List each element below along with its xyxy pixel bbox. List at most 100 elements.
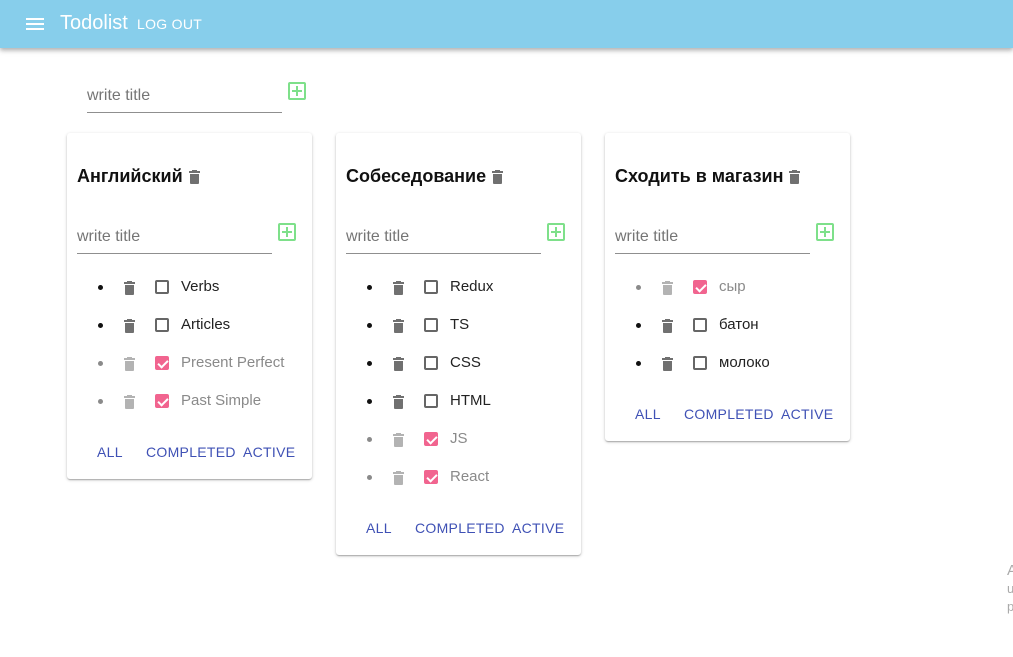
add-list-form bbox=[87, 80, 306, 113]
task-item: Past Simple bbox=[67, 384, 312, 422]
task-list: Verbs Articles Present Perfect Past Simp… bbox=[67, 270, 312, 422]
add-list-field bbox=[87, 80, 282, 113]
add-task-input[interactable] bbox=[77, 221, 272, 246]
task-item: Redux bbox=[336, 270, 581, 308]
task-list: сыр батон молоко bbox=[605, 270, 850, 384]
add-box-icon[interactable] bbox=[547, 223, 565, 241]
trash-icon[interactable] bbox=[662, 281, 673, 295]
filter-bar: ALL COMPLETED ACTIVE bbox=[605, 406, 850, 426]
trash-icon[interactable] bbox=[124, 281, 135, 295]
task-label[interactable]: Present Perfect bbox=[181, 354, 284, 371]
task-item: Verbs bbox=[67, 270, 312, 308]
todolist-title[interactable]: Английский bbox=[77, 166, 183, 187]
task-checkbox[interactable] bbox=[424, 394, 438, 408]
bullet-icon bbox=[98, 323, 103, 328]
trash-icon[interactable] bbox=[124, 319, 135, 333]
task-checkbox[interactable] bbox=[424, 280, 438, 294]
filter-all-button[interactable]: ALL bbox=[366, 520, 392, 536]
bullet-icon bbox=[367, 323, 372, 328]
todolist-card: Собеседование Redux TS CSS HTML JS React… bbox=[336, 133, 581, 555]
filter-bar: ALL COMPLETED ACTIVE bbox=[67, 444, 312, 464]
task-list: Redux TS CSS HTML JS React bbox=[336, 270, 581, 498]
add-box-icon[interactable] bbox=[816, 223, 834, 241]
filter-completed-button[interactable]: COMPLETED bbox=[684, 406, 774, 422]
bullet-icon bbox=[367, 399, 372, 404]
menu-icon[interactable] bbox=[24, 14, 46, 34]
task-item: Present Perfect bbox=[67, 346, 312, 384]
task-item: React bbox=[336, 460, 581, 498]
clipped-text: A u p bbox=[1007, 562, 1013, 614]
trash-icon[interactable] bbox=[789, 169, 801, 184]
trash-icon[interactable] bbox=[393, 357, 404, 371]
task-item: Articles bbox=[67, 308, 312, 346]
app-bar: Todolist LOG OUT bbox=[0, 0, 1013, 48]
task-checkbox[interactable] bbox=[155, 280, 169, 294]
filter-all-button[interactable]: ALL bbox=[635, 406, 661, 422]
bullet-icon bbox=[636, 323, 641, 328]
task-checkbox[interactable] bbox=[155, 318, 169, 332]
trash-icon[interactable] bbox=[393, 395, 404, 409]
add-box-icon[interactable] bbox=[278, 223, 296, 241]
bullet-icon bbox=[636, 361, 641, 366]
bullet-icon bbox=[98, 361, 103, 366]
bullet-icon bbox=[367, 437, 372, 442]
add-task-field bbox=[615, 221, 810, 254]
todolist-title[interactable]: Сходить в магазин bbox=[615, 166, 783, 187]
trash-icon[interactable] bbox=[393, 319, 404, 333]
add-task-input[interactable] bbox=[615, 221, 810, 246]
bullet-icon bbox=[367, 475, 372, 480]
task-label[interactable]: батон bbox=[719, 316, 759, 333]
task-item: батон bbox=[605, 308, 850, 346]
task-label[interactable]: Past Simple bbox=[181, 392, 261, 409]
task-checkbox[interactable] bbox=[424, 318, 438, 332]
task-label[interactable]: React bbox=[450, 468, 489, 485]
add-task-field bbox=[346, 221, 541, 254]
todolist-card: Английский Verbs Articles Present Perfec… bbox=[67, 133, 312, 479]
trash-icon[interactable] bbox=[492, 169, 504, 184]
task-checkbox[interactable] bbox=[424, 356, 438, 370]
trash-icon[interactable] bbox=[393, 281, 404, 295]
task-label[interactable]: CSS bbox=[450, 354, 481, 371]
task-item: CSS bbox=[336, 346, 581, 384]
trash-icon[interactable] bbox=[124, 357, 135, 371]
task-item: HTML bbox=[336, 384, 581, 422]
trash-icon[interactable] bbox=[124, 395, 135, 409]
filter-active-button[interactable]: ACTIVE bbox=[512, 520, 564, 536]
filter-active-button[interactable]: ACTIVE bbox=[243, 444, 295, 460]
task-label[interactable]: молоко bbox=[719, 354, 770, 371]
todolist-title[interactable]: Собеседование bbox=[346, 166, 486, 187]
logout-button[interactable]: LOG OUT bbox=[137, 16, 202, 32]
task-label[interactable]: Verbs bbox=[181, 278, 219, 295]
task-checkbox[interactable] bbox=[693, 280, 707, 294]
task-label[interactable]: Redux bbox=[450, 278, 493, 295]
trash-icon[interactable] bbox=[662, 357, 673, 371]
task-checkbox[interactable] bbox=[693, 356, 707, 370]
task-checkbox[interactable] bbox=[424, 432, 438, 446]
filter-active-button[interactable]: ACTIVE bbox=[781, 406, 833, 422]
filter-completed-button[interactable]: COMPLETED bbox=[415, 520, 505, 536]
add-box-icon[interactable] bbox=[288, 82, 306, 100]
task-label[interactable]: TS bbox=[450, 316, 469, 333]
filter-all-button[interactable]: ALL bbox=[97, 444, 123, 460]
task-label[interactable]: HTML bbox=[450, 392, 491, 409]
task-label[interactable]: JS bbox=[450, 430, 468, 447]
app-title: Todolist bbox=[60, 12, 128, 34]
task-checkbox[interactable] bbox=[693, 318, 707, 332]
bullet-icon bbox=[98, 285, 103, 290]
bullet-icon bbox=[367, 285, 372, 290]
trash-icon[interactable] bbox=[662, 319, 673, 333]
trash-icon[interactable] bbox=[393, 471, 404, 485]
task-item: JS bbox=[336, 422, 581, 460]
filter-bar: ALL COMPLETED ACTIVE bbox=[336, 520, 581, 540]
task-checkbox[interactable] bbox=[424, 470, 438, 484]
task-label[interactable]: сыр bbox=[719, 278, 746, 295]
add-task-input[interactable] bbox=[346, 221, 541, 246]
bullet-icon bbox=[367, 361, 372, 366]
add-list-input[interactable] bbox=[87, 80, 282, 105]
task-checkbox[interactable] bbox=[155, 394, 169, 408]
trash-icon[interactable] bbox=[188, 169, 200, 184]
filter-completed-button[interactable]: COMPLETED bbox=[146, 444, 236, 460]
trash-icon[interactable] bbox=[393, 433, 404, 447]
task-label[interactable]: Articles bbox=[181, 316, 230, 333]
task-checkbox[interactable] bbox=[155, 356, 169, 370]
